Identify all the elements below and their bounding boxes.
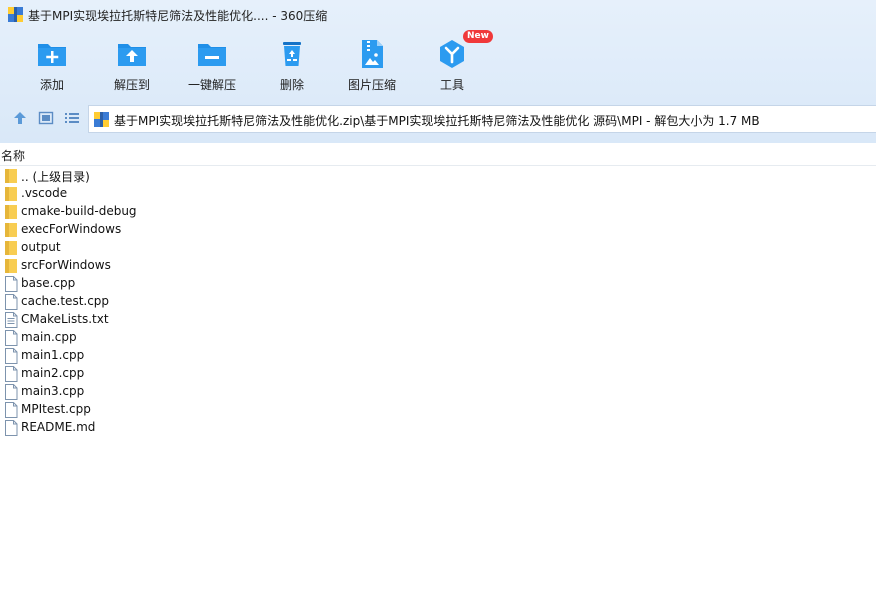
list-item[interactable]: cache.test.cpp (0, 293, 876, 311)
list-item-name: main1.cpp (21, 348, 85, 362)
extract-to-button-label: 解压到 (113, 78, 150, 92)
list-item-name: cmake-build-debug (21, 204, 137, 218)
image-compress-button-label: 图片压缩 (347, 78, 396, 92)
list-item[interactable]: execForWindows (0, 221, 876, 239)
list-item-name: base.cpp (21, 276, 76, 290)
list-item-name: main2.cpp (21, 366, 85, 380)
list-item[interactable]: srcForWindows (0, 257, 876, 275)
extract-to-icon (118, 44, 146, 66)
file-icon (5, 294, 18, 310)
file-list: .. (上级目录) .vscode cmake-build-debug exec… (0, 167, 876, 437)
add-button[interactable]: 添加 (12, 36, 92, 94)
list-view-icon[interactable] (64, 110, 80, 126)
list-item-parent-directory[interactable]: .. (上级目录) (0, 167, 876, 185)
list-item-name: main3.cpp (21, 384, 85, 398)
list-item-name: .vscode (21, 186, 68, 200)
up-arrow-icon[interactable] (12, 110, 28, 126)
address-path: 基于MPI实现埃拉托斯特尼筛法及性能优化.zip\基于MPI实现埃拉托斯特尼筛法… (114, 114, 760, 128)
delete-button[interactable]: 删除 (252, 36, 332, 94)
image-compress-button[interactable]: 图片压缩 (332, 36, 412, 94)
window-chrome: 基于MPI实现埃拉托斯特尼筛法及性能优化.... - 360压缩 添加 解压到 (0, 0, 876, 143)
list-item[interactable]: main1.cpp (0, 347, 876, 365)
new-badge: New (463, 30, 493, 43)
list-item[interactable]: README.md (0, 419, 876, 437)
delete-button-label: 删除 (279, 78, 304, 92)
column-header-name[interactable]: 名称 (1, 147, 25, 164)
file-icon (5, 366, 18, 382)
one-click-extract-icon (198, 44, 226, 66)
list-item-name: output (21, 240, 61, 254)
list-item[interactable]: MPItest.cpp (0, 401, 876, 419)
toolbar: 添加 解压到 一键解压 删除 图片压缩 New 工具 (0, 30, 876, 96)
list-item-name: execForWindows (21, 222, 122, 236)
list-item[interactable]: base.cpp (0, 275, 876, 293)
list-item-name: CMakeLists.txt (21, 312, 109, 326)
address-bar-row: 基于MPI实现埃拉托斯特尼筛法及性能优化.zip\基于MPI实现埃拉托斯特尼筛法… (0, 104, 876, 134)
list-item[interactable]: .vscode (0, 185, 876, 203)
window-title: 基于MPI实现埃拉托斯特尼筛法及性能优化.... - 360压缩 (28, 9, 328, 23)
text-file-icon (5, 312, 18, 328)
file-icon (5, 420, 18, 436)
list-item-name: .. (上级目录) (21, 170, 90, 184)
tools-button[interactable]: New 工具 (412, 30, 493, 94)
thumbnail-view-icon[interactable] (38, 110, 54, 126)
one-click-extract-button-label: 一键解压 (187, 78, 236, 92)
list-item[interactable]: cmake-build-debug (0, 203, 876, 221)
folder-icon (5, 169, 17, 183)
folder-icon (5, 223, 17, 237)
title-bar: 基于MPI实现埃拉托斯特尼筛法及性能优化.... - 360压缩 (0, 0, 876, 30)
file-icon (5, 402, 18, 418)
tools-button-label: 工具 (439, 78, 464, 92)
image-compress-icon (362, 40, 383, 68)
folder-icon (5, 241, 17, 255)
extract-to-button[interactable]: 解压到 (92, 36, 172, 94)
folder-icon (5, 187, 17, 201)
list-item-name: MPItest.cpp (21, 402, 91, 416)
one-click-extract-button[interactable]: 一键解压 (172, 36, 252, 94)
archive-icon (94, 112, 109, 127)
list-item[interactable]: output (0, 239, 876, 257)
list-item-name: main.cpp (21, 330, 77, 344)
file-icon (5, 276, 18, 292)
add-folder-icon (38, 44, 66, 66)
file-icon (5, 348, 18, 364)
list-item[interactable]: main3.cpp (0, 383, 876, 401)
list-item[interactable]: main2.cpp (0, 365, 876, 383)
list-item-name: cache.test.cpp (21, 294, 110, 308)
list-item[interactable]: main.cpp (0, 329, 876, 347)
add-button-label: 添加 (39, 78, 64, 92)
list-header: 名称 (0, 143, 876, 166)
file-icon (5, 330, 18, 346)
recycle-bin-icon (283, 42, 301, 66)
list-item-name: README.md (21, 420, 96, 434)
list-item-name: srcForWindows (21, 258, 111, 272)
tools-icon (440, 40, 464, 68)
folder-icon (5, 259, 17, 273)
list-item[interactable]: CMakeLists.txt (0, 311, 876, 329)
app-logo-icon (8, 7, 23, 22)
folder-icon (5, 205, 17, 219)
file-icon (5, 384, 18, 400)
address-bar[interactable]: 基于MPI实现埃拉托斯特尼筛法及性能优化.zip\基于MPI实现埃拉托斯特尼筛法… (88, 105, 876, 133)
